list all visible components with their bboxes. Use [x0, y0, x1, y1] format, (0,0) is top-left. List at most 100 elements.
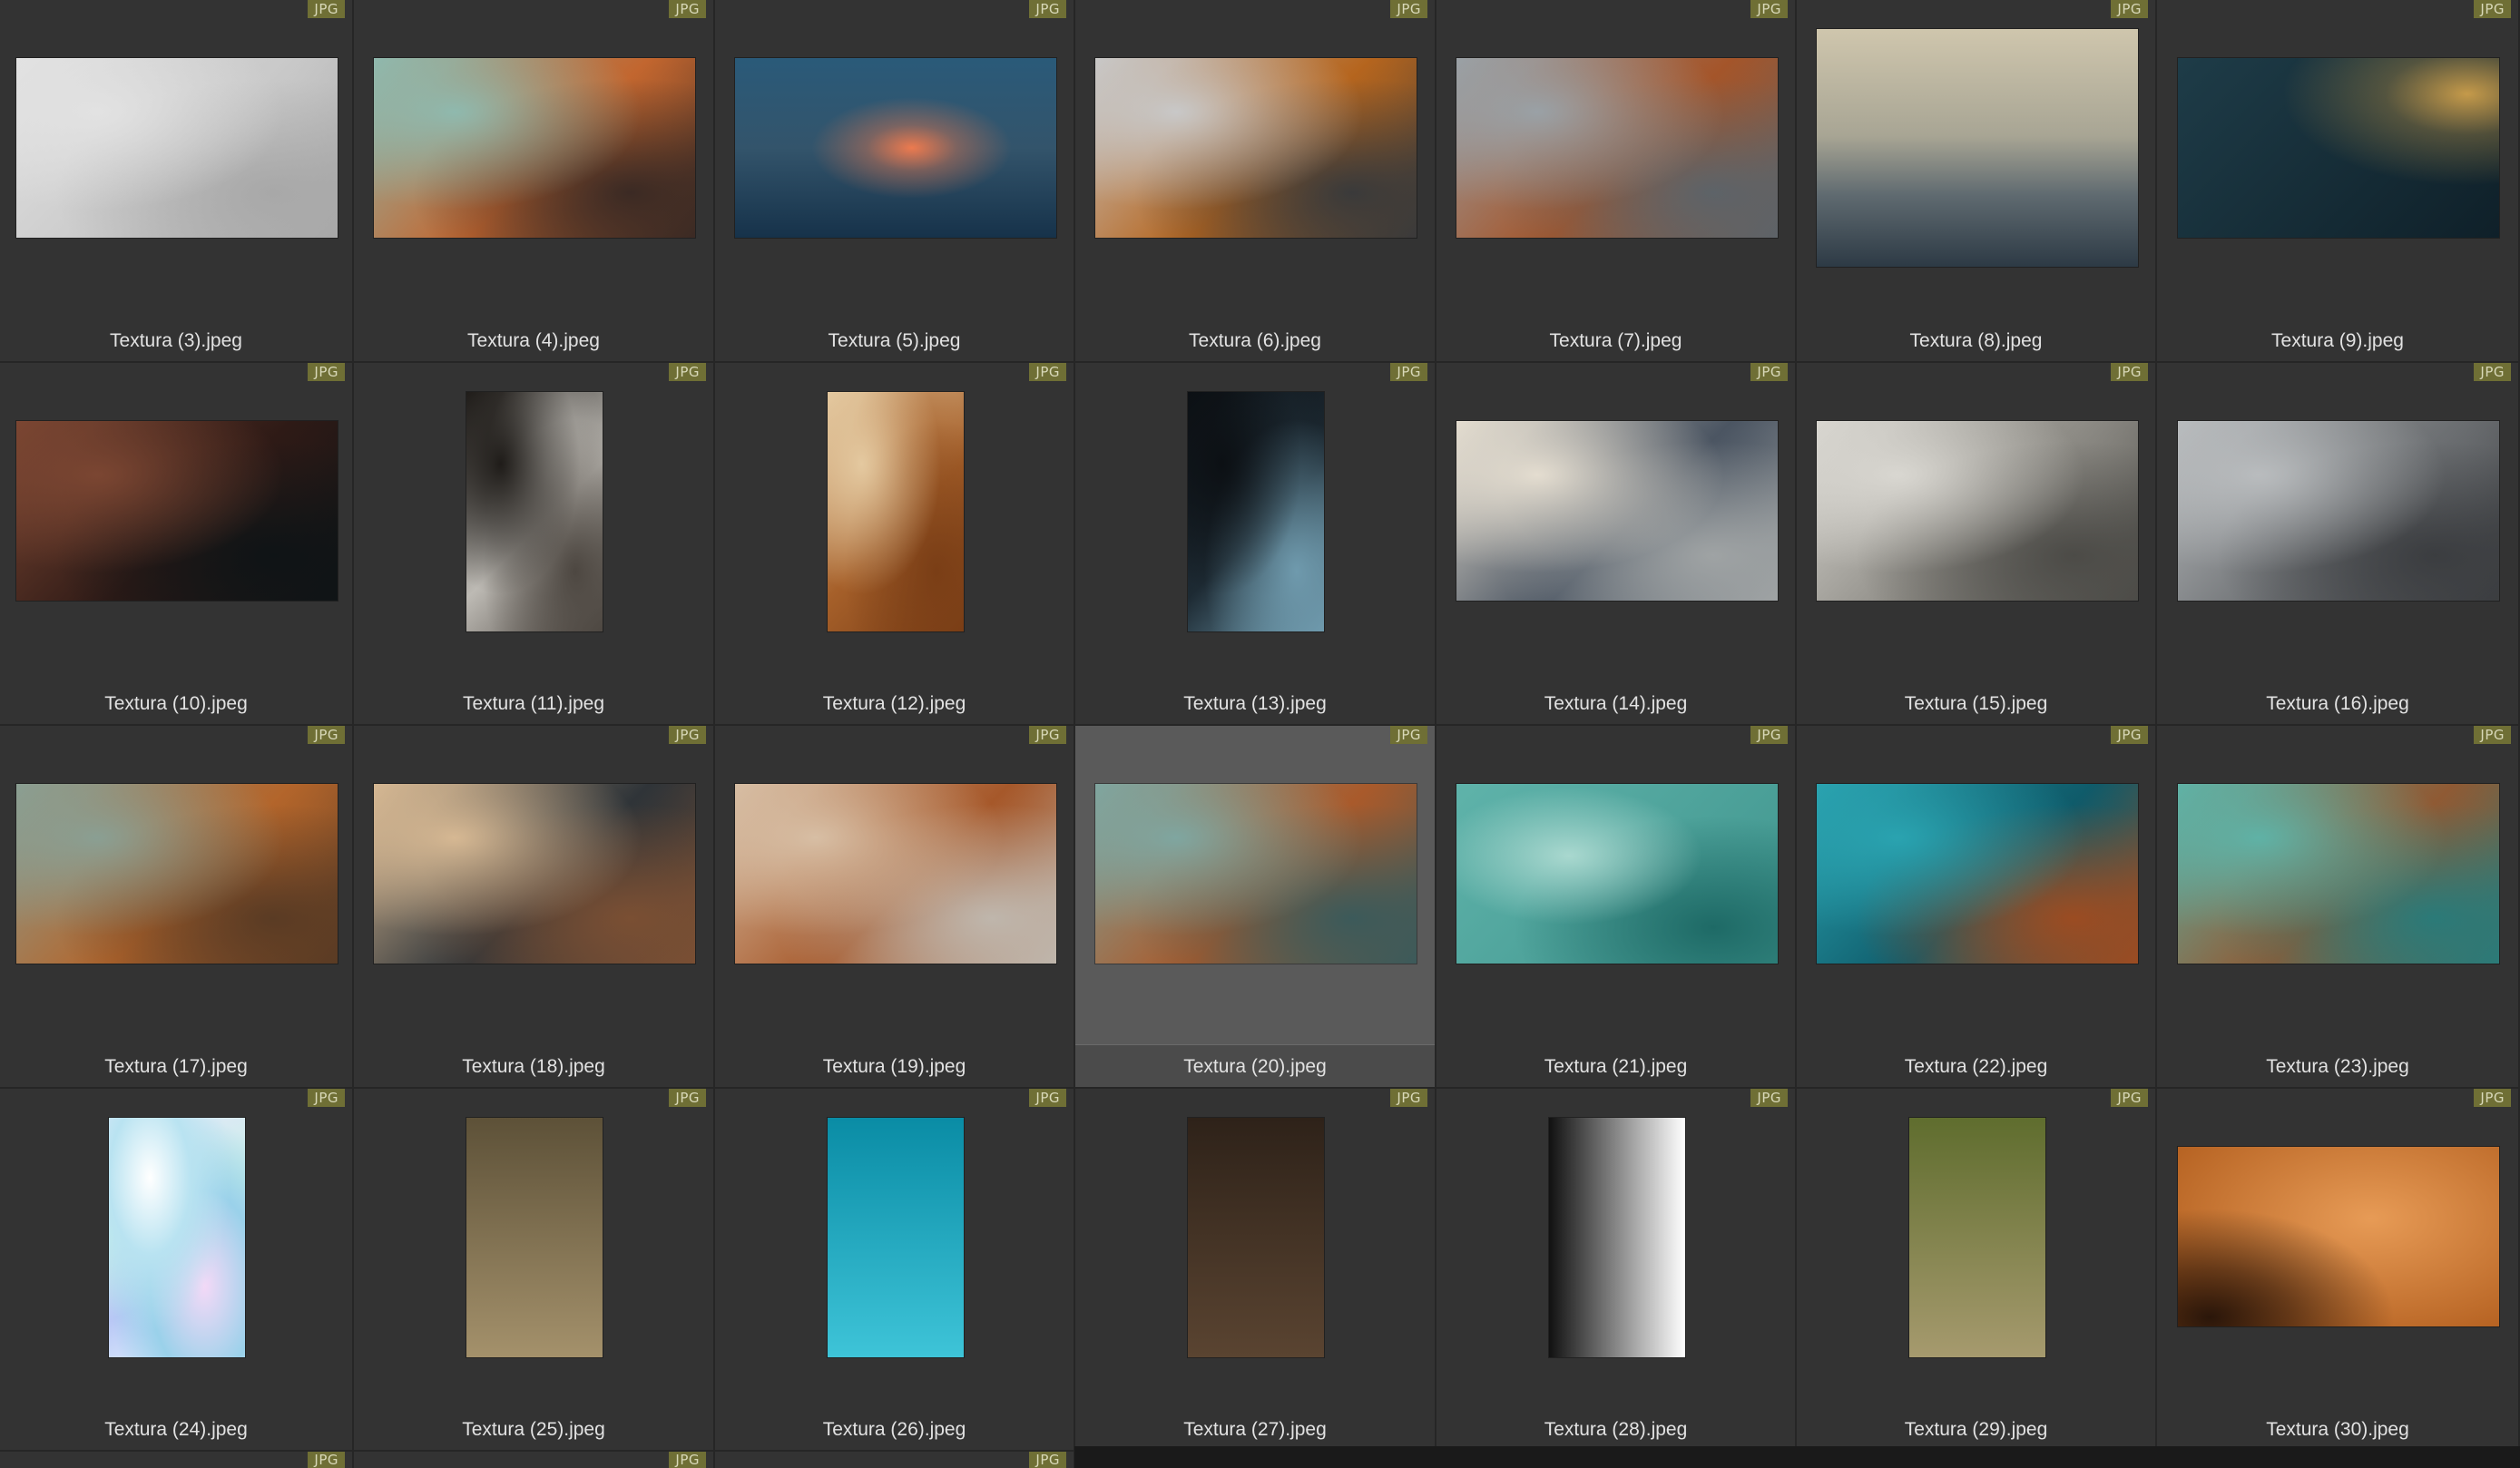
thumbnail-cell[interactable]: JPG Textura (22).jpeg [1797, 726, 2157, 1089]
thumbnail-cell[interactable]: JPG Textura (27).jpeg [1075, 1089, 1436, 1452]
thumbnail-cell[interactable]: JPG Textura (30).jpeg [2157, 1089, 2520, 1452]
file-type-badge: JPG [1390, 726, 1427, 744]
filename-label: Textura (24).jpeg [104, 1419, 248, 1440]
thumbnail-image [16, 784, 338, 964]
thumbnail-image [1456, 784, 1778, 964]
file-type-badge: JPG [1750, 363, 1788, 381]
file-type-badge: JPG [1390, 1089, 1427, 1107]
filename-label: Textura (23).jpeg [2266, 1056, 2409, 1077]
thumbnail-image [374, 58, 695, 238]
thumbnail-cell[interactable]: JPG Textura (21).jpeg [1436, 726, 1797, 1089]
filename-label: Textura (17).jpeg [104, 1056, 248, 1077]
thumbnail-image [1188, 1118, 1324, 1357]
thumbnail-image [1095, 58, 1417, 238]
filename-label: Textura (28).jpeg [1544, 1419, 1688, 1440]
thumbnail-cell[interactable]: JPG Textura (13).jpeg [1075, 363, 1436, 726]
file-type-badge: JPG [308, 0, 345, 18]
file-type-badge: JPG [2474, 0, 2511, 18]
thumbnail-image [1909, 1118, 2045, 1357]
filename-label: Textura (16).jpeg [2266, 693, 2409, 714]
filename-label: Textura (19).jpeg [822, 1056, 966, 1077]
thumbnail-cell-partial[interactable]: JPG [354, 1452, 715, 1468]
filename-label: Textura (11).jpeg [462, 693, 605, 714]
file-type-badge: JPG [308, 1089, 345, 1107]
filename-label: Textura (21).jpeg [1544, 1056, 1688, 1077]
file-type-badge: JPG [1029, 726, 1066, 744]
empty-grid-area [1074, 1446, 2520, 1468]
thumbnail-cell[interactable]: JPG Textura (5).jpeg [715, 0, 1075, 363]
thumbnail-cell-partial[interactable]: JPG [0, 1452, 354, 1468]
thumbnail-cell[interactable]: JPG Textura (7).jpeg [1436, 0, 1797, 363]
filename-label: Textura (8).jpeg [1909, 330, 2043, 351]
file-type-badge: JPG [1390, 363, 1427, 381]
thumbnail-cell[interactable]: JPG Textura (25).jpeg [354, 1089, 715, 1452]
thumbnail-cell[interactable]: JPG Textura (9).jpeg [2157, 0, 2520, 363]
thumbnail-cell[interactable]: JPG Textura (11).jpeg [354, 363, 715, 726]
thumbnail-image [1549, 1118, 1685, 1357]
filename-label: Textura (5).jpeg [828, 330, 961, 351]
thumbnail-image [1456, 58, 1778, 238]
thumbnail-cell[interactable]: JPG Textura (15).jpeg [1797, 363, 2157, 726]
file-type-badge: JPG [1390, 0, 1427, 18]
thumbnail-cell[interactable]: JPG Textura (3).jpeg [0, 0, 354, 363]
thumbnail-image [466, 392, 603, 631]
filename-label: Textura (9).jpeg [2271, 330, 2404, 351]
thumbnail-image [735, 784, 1056, 964]
thumbnail-cell[interactable]: JPG Textura (18).jpeg [354, 726, 715, 1089]
file-type-badge: JPG [1750, 0, 1788, 18]
thumbnail-image [1456, 421, 1778, 601]
filename-label: Textura (22).jpeg [1904, 1056, 2048, 1077]
file-type-badge: JPG [1029, 363, 1066, 381]
thumbnail-cell[interactable]: JPG Textura (8).jpeg [1797, 0, 2157, 363]
thumbnail-cell-partial[interactable]: JPG [715, 1452, 1075, 1468]
thumbnail-cell[interactable]: JPG Textura (29).jpeg [1797, 1089, 2157, 1452]
file-type-badge: JPG [669, 363, 706, 381]
filename-label: Textura (25).jpeg [462, 1419, 605, 1440]
thumbnail-image [109, 1118, 245, 1357]
filename-label: Textura (14).jpeg [1544, 693, 1688, 714]
file-type-badge: JPG [308, 726, 345, 744]
filename-label: Textura (6).jpeg [1189, 330, 1321, 351]
thumbnail-cell[interactable]: JPG Textura (19).jpeg [715, 726, 1075, 1089]
thumbnail-cell[interactable]: JPG Textura (4).jpeg [354, 0, 715, 363]
thumbnail-image [1817, 784, 2138, 964]
filename-label: Textura (12).jpeg [822, 693, 966, 714]
filename-label: Textura (3).jpeg [110, 330, 242, 351]
thumbnail-cell[interactable]: JPG Textura (14).jpeg [1436, 363, 1797, 726]
file-type-badge: JPG [2474, 363, 2511, 381]
filename-label: Textura (26).jpeg [822, 1419, 966, 1440]
thumbnail-image [735, 58, 1056, 238]
file-type-badge: JPG [669, 726, 706, 744]
file-type-badge: JPG [669, 0, 706, 18]
thumbnail-image [374, 784, 695, 964]
file-type-badge: JPG [1029, 0, 1066, 18]
thumbnail-cell[interactable]: JPG Textura (10).jpeg [0, 363, 354, 726]
thumbnail-cell[interactable]: JPG Textura (26).jpeg [715, 1089, 1075, 1452]
file-type-badge: JPG [2474, 1089, 2511, 1107]
filename-label: Textura (18).jpeg [462, 1056, 605, 1077]
filename-label: Textura (7).jpeg [1549, 330, 1682, 351]
thumbnail-cell[interactable]: JPG Textura (6).jpeg [1075, 0, 1436, 363]
file-type-badge: JPG [1029, 1089, 1066, 1107]
file-type-badge: JPG [669, 1452, 706, 1468]
thumbnail-image [2178, 784, 2499, 964]
thumbnail-cell[interactable]: JPG Textura (16).jpeg [2157, 363, 2520, 726]
file-type-badge: JPG [669, 1089, 706, 1107]
filename-label: Textura (13).jpeg [1183, 693, 1327, 714]
file-type-badge: JPG [308, 1452, 345, 1468]
thumbnail-image [1817, 421, 2138, 601]
file-type-badge: JPG [1750, 1089, 1788, 1107]
thumbnail-cell[interactable]: JPG Textura (24).jpeg [0, 1089, 354, 1452]
thumbnail-image [828, 392, 964, 631]
thumbnail-cell[interactable]: JPG Textura (23).jpeg [2157, 726, 2520, 1089]
thumbnail-cell[interactable]: JPG Textura (20).jpeg [1075, 726, 1436, 1089]
thumbnail-cell[interactable]: JPG Textura (17).jpeg [0, 726, 354, 1089]
thumbnail-image [16, 421, 338, 601]
thumbnail-cell[interactable]: JPG Textura (12).jpeg [715, 363, 1075, 726]
file-type-badge: JPG [1029, 1452, 1066, 1468]
file-type-badge: JPG [2111, 0, 2148, 18]
filename-label: Textura (20).jpeg [1183, 1056, 1327, 1077]
thumbnail-image [2178, 58, 2499, 238]
thumbnail-cell[interactable]: JPG Textura (28).jpeg [1436, 1089, 1797, 1452]
thumbnail-image [1188, 392, 1324, 631]
